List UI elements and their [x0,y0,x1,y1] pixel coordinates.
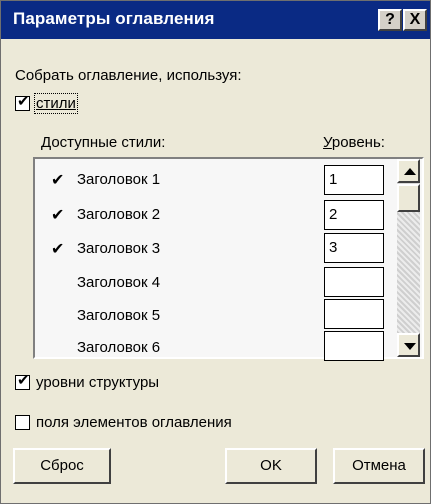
close-button[interactable]: X [403,9,427,31]
scroll-thumb[interactable] [397,184,420,212]
styles-checkbox[interactable]: ✔ [15,93,30,111]
style-row-4[interactable]: Заголовок 4 [41,266,321,302]
cancel-button[interactable]: Отмена [333,448,425,484]
ok-button-label: OK [260,457,282,474]
close-icon: X [409,11,421,28]
help-icon: ? [385,11,395,28]
style-name: Заголовок 6 [77,339,161,356]
ok-button[interactable]: OK [225,448,317,484]
cancel-button-label: Отмена [352,457,406,474]
help-button[interactable]: ? [378,9,402,31]
style-row-3[interactable]: ✔ Заголовок 3 [41,232,321,268]
checkmark-icon: ✔ [17,372,30,389]
level-input-4[interactable] [324,267,384,297]
scroll-down-button[interactable] [397,333,420,357]
scroll-track[interactable] [397,212,420,333]
title-bar: Параметры оглавления ? X [1,1,430,39]
toc-fields-label[interactable]: поля элементов оглавления [36,414,232,431]
check-icon: ✔ [51,207,65,224]
arrow-down-icon [404,343,416,350]
style-name: Заголовок 5 [77,307,161,324]
level-input-6[interactable] [324,331,384,361]
level-input-2[interactable]: 2 [324,200,384,230]
styles-scrollbar[interactable] [397,159,420,357]
checkmark-icon: ✔ [17,93,30,110]
dialog-title: Параметры оглавления [13,9,215,28]
available-styles-label: Доступные стили: [41,134,166,151]
style-name: Заголовок 2 [77,206,161,223]
check-icon: ✔ [51,172,65,189]
scroll-up-button[interactable] [397,159,420,183]
style-name: Заголовок 4 [77,274,161,291]
styles-checkbox-label[interactable]: стили [34,93,78,114]
style-name: Заголовок 3 [77,240,161,257]
structure-levels-checkbox[interactable]: ✔ [15,372,30,390]
reset-button-label: Сброс [40,457,84,474]
style-row-5[interactable]: Заголовок 5 [41,299,321,335]
level-input-5[interactable] [324,299,384,329]
level-input-1[interactable]: 1 [324,165,384,195]
check-icon: ✔ [51,241,65,258]
style-row-6[interactable]: Заголовок 6 [41,331,321,367]
structure-levels-label[interactable]: уровни структуры [36,374,159,391]
reset-button[interactable]: Сброс [13,448,111,484]
style-name: Заголовок 1 [77,171,161,188]
arrow-up-icon [404,168,416,175]
level-header-rest: ровень: [331,134,385,151]
toc-fields-checkbox[interactable] [15,415,30,430]
style-row-2[interactable]: ✔ Заголовок 2 [41,198,321,234]
style-row-1[interactable]: ✔ Заголовок 1 [41,163,321,199]
level-input-3[interactable]: 3 [324,233,384,263]
toc-options-dialog: Параметры оглавления ? X Собрать оглавле… [0,0,431,504]
collect-toc-label: Собрать оглавление, используя: [15,67,242,84]
level-header-label: Уровень: [323,134,385,151]
styles-list: ✔ Заголовок 1 ✔ Заголовок 2 ✔ Заголовок … [33,157,424,361]
